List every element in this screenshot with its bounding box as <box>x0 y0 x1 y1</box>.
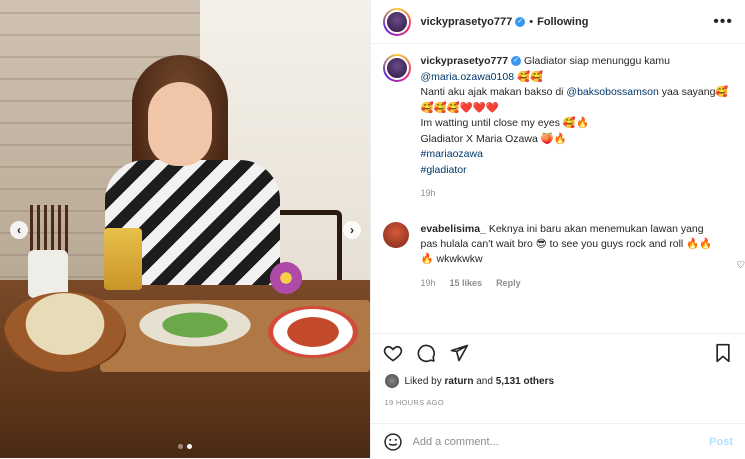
mention-link[interactable]: @maria.ozawa0108 <box>421 71 515 83</box>
caption-age[interactable]: 19h <box>421 186 729 202</box>
commenter-username[interactable]: evabelisima_ <box>421 223 486 235</box>
author-avatar[interactable] <box>383 8 411 36</box>
add-comment-bar: Add a comment... Post <box>371 423 745 459</box>
caption-line-3: 🥰🥰🥰❤️❤️❤️ <box>421 101 729 117</box>
carousel-dot-active <box>187 444 192 449</box>
woman-face <box>148 82 212 166</box>
following-button[interactable]: Following <box>537 16 588 28</box>
hashtag-link[interactable]: #mariaozawa <box>421 147 729 163</box>
comment-bubble-icon[interactable] <box>416 343 436 363</box>
caption-line-4: Im watting until close my eyes 🥰🔥 <box>421 116 729 132</box>
like-heart-icon[interactable] <box>383 343 403 363</box>
caption-avatar[interactable] <box>383 54 411 82</box>
comment-like-heart-icon[interactable]: ♡ <box>736 260 745 271</box>
separator-dot: • <box>529 16 533 28</box>
post-comment-button[interactable]: Post <box>709 436 733 448</box>
post-panel: vickyprasetyo777✓ • Following ••• vickyp… <box>370 0 745 458</box>
share-send-icon[interactable] <box>449 343 469 363</box>
carousel-dot <box>178 444 183 449</box>
likes-count-link[interactable]: 5,131 others <box>496 376 554 387</box>
comment-meta: 19h 15 likes Reply <box>421 276 716 291</box>
carousel-prev-button[interactable]: ‹ <box>10 221 28 239</box>
comments-section: vickyprasetyo777✓ Gladiator siap menungg… <box>383 54 734 291</box>
comment-item: evabelisima_ Keknya ini baru akan menemu… <box>383 222 734 291</box>
verified-badge-icon: ✓ <box>511 56 521 66</box>
caption-line-5: Gladiator X Maria Ozawa 🍑🔥 <box>421 132 729 148</box>
drink-glass <box>104 228 142 290</box>
salad-plate <box>130 300 260 350</box>
caption-line-1: Gladiator siap menunggu kamu <box>524 55 670 67</box>
carousel-indicator <box>178 444 192 449</box>
noodle-bowl <box>4 292 126 372</box>
caption-username[interactable]: vickyprasetyo777 <box>421 55 509 67</box>
caption-emoji: 🥰🥰 <box>517 71 543 83</box>
chopstick-holder <box>28 250 68 298</box>
reply-button[interactable]: Reply <box>496 276 521 291</box>
liker-username[interactable]: raturn <box>445 376 474 387</box>
author-username[interactable]: vickyprasetyo777✓ <box>421 16 526 28</box>
caption-line-2: Nanti aku ajak makan bakso di <box>421 86 564 98</box>
add-comment-input[interactable]: Add a comment... <box>413 436 499 448</box>
caption: vickyprasetyo777✓ Gladiator siap menungg… <box>383 54 734 202</box>
flower-garnish <box>270 262 302 294</box>
hashtag-link[interactable]: #gladiator <box>421 163 729 179</box>
commenter-avatar[interactable] <box>383 222 409 248</box>
likes-summary: Liked by raturn and 5,131 others <box>385 374 555 388</box>
chopsticks <box>30 205 70 255</box>
liked-by-conj: and <box>476 376 493 387</box>
action-bar <box>371 333 745 372</box>
caption-text: vickyprasetyo777✓ Gladiator siap menungg… <box>421 54 729 202</box>
bookmark-save-icon[interactable] <box>713 343 733 363</box>
more-options-icon[interactable]: ••• <box>713 13 733 31</box>
liked-by-prefix: Liked by <box>405 376 442 387</box>
verified-badge-icon: ✓ <box>515 17 525 27</box>
soup-bowl <box>268 306 358 358</box>
mention-link[interactable]: @baksobossamson <box>566 86 658 98</box>
post-timestamp[interactable]: 19 HOURS AGO <box>385 398 444 407</box>
comment-body: evabelisima_ Keknya ini baru akan menemu… <box>421 222 716 291</box>
post-photo[interactable]: ‹ › <box>0 0 370 458</box>
liker-avatar[interactable] <box>385 374 399 388</box>
comment-likes[interactable]: 15 likes <box>450 276 483 291</box>
carousel-next-button[interactable]: › <box>343 221 361 239</box>
comment-age[interactable]: 19h <box>421 276 436 291</box>
emoji-smiley-icon[interactable] <box>383 432 403 452</box>
post-header: vickyprasetyo777✓ • Following ••• <box>371 0 745 44</box>
caption-line-2b: yaa sayang🥰 <box>662 86 729 98</box>
